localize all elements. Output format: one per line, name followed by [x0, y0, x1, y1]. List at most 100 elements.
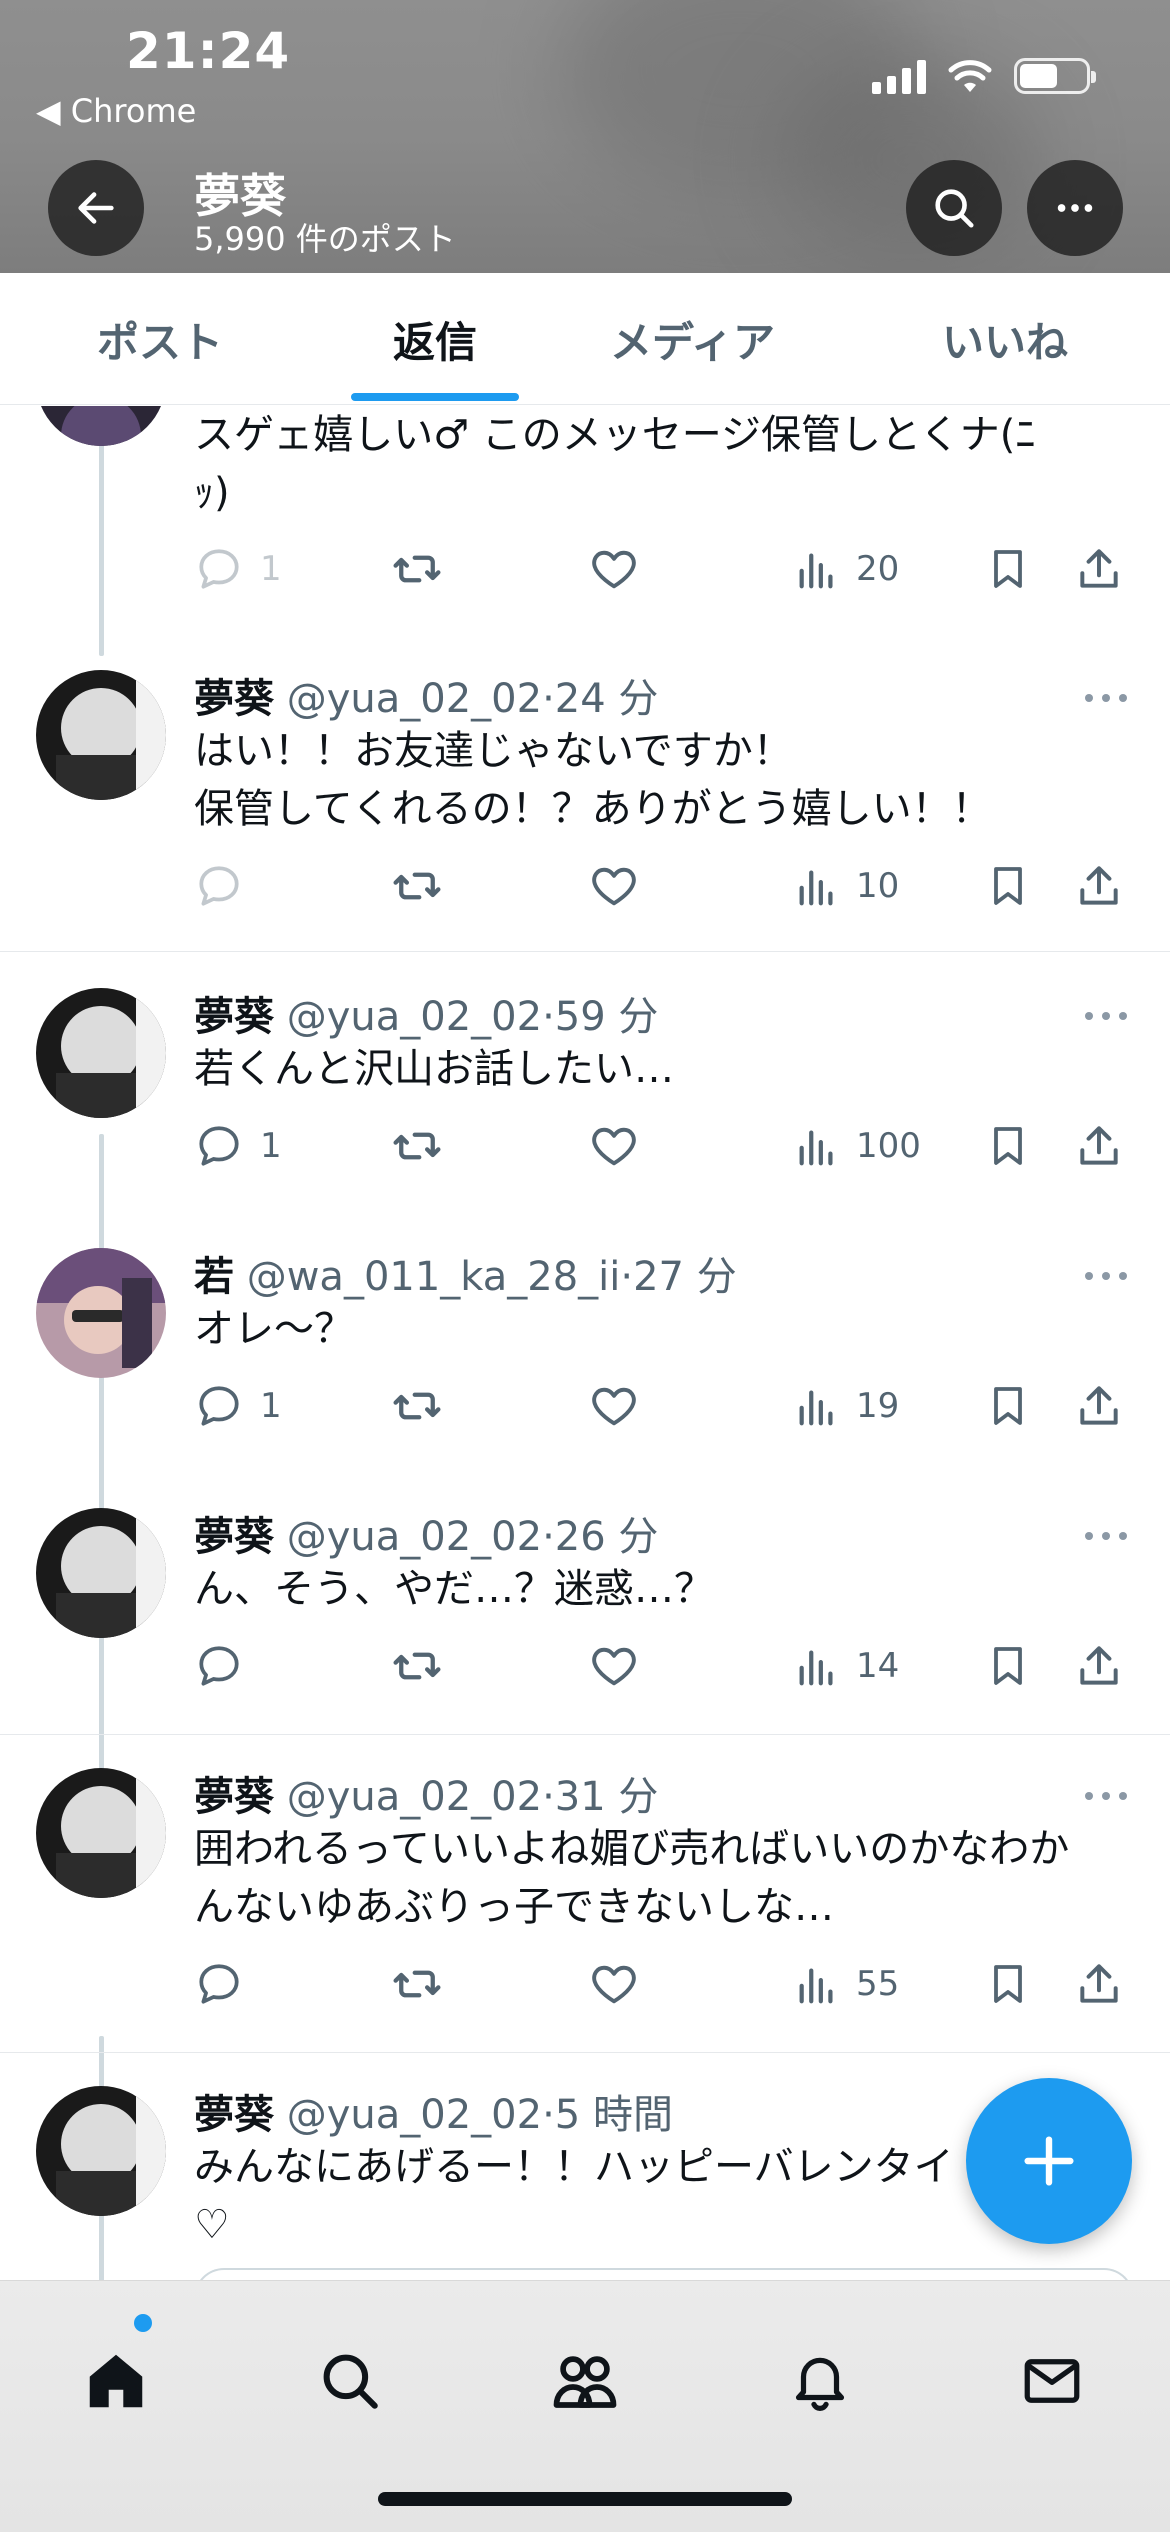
views-button[interactable]: 10: [794, 856, 899, 916]
like-button[interactable]: [588, 1376, 640, 1436]
reply-button[interactable]: [194, 1636, 244, 1696]
share-button[interactable]: [1074, 856, 1124, 916]
more-horizontal-icon: [1085, 1012, 1127, 1020]
tweet-actions: 1 20: [194, 539, 1134, 599]
nav-communities[interactable]: [525, 2321, 645, 2441]
bookmark-button[interactable]: [984, 1636, 1032, 1696]
avatar[interactable]: [36, 406, 166, 446]
avatar[interactable]: [36, 670, 166, 800]
tweet-text-line: ん、そう、やだ…？迷惑…？: [194, 1566, 714, 1612]
search-icon: [935, 189, 974, 228]
avatar[interactable]: [36, 988, 166, 1118]
like-button[interactable]: [588, 1116, 640, 1176]
avatar[interactable]: [36, 1768, 166, 1898]
tab-posts[interactable]: ポスト: [40, 273, 280, 405]
view-count: 14: [856, 1646, 900, 1686]
active-tab-indicator: [351, 393, 519, 401]
tweet-more-button[interactable]: [1076, 996, 1136, 1036]
share-button[interactable]: [1074, 1376, 1124, 1436]
display-name[interactable]: 夢葵: [194, 676, 274, 722]
tweet-actions: 55: [194, 1954, 1134, 2014]
views-button[interactable]: 100: [794, 1116, 921, 1176]
tab-replies[interactable]: 返信: [315, 273, 555, 405]
tab-media[interactable]: メディア: [570, 273, 815, 405]
reply-icon: [199, 1646, 239, 1686]
display-name[interactable]: 夢葵: [194, 994, 274, 1040]
like-button[interactable]: [588, 1954, 640, 2014]
like-button[interactable]: [588, 1636, 640, 1696]
reply-button[interactable]: [194, 1954, 244, 2014]
views-button[interactable]: 20: [794, 539, 899, 599]
bookmark-button[interactable]: [984, 856, 1032, 916]
display-name[interactable]: 夢葵: [194, 1774, 274, 1820]
media-card[interactable]: [194, 2268, 1134, 2280]
more-button[interactable]: [1027, 160, 1123, 256]
user-handle[interactable]: @yua_02_02: [287, 1774, 542, 1820]
avatar[interactable]: [36, 2086, 166, 2216]
profile-header: 21:24 ◀ Chrome 夢葵 5,990 件のポスト: [0, 0, 1170, 273]
nav-explore[interactable]: [290, 2321, 410, 2441]
nav-notifications[interactable]: [760, 2321, 880, 2441]
nav-messages[interactable]: [992, 2321, 1112, 2441]
views-icon: [799, 1390, 833, 1426]
post-time[interactable]: 24 分: [555, 676, 659, 722]
display-name[interactable]: 夢葵: [194, 2092, 274, 2138]
user-handle[interactable]: @yua_02_02: [287, 676, 542, 722]
avatar[interactable]: [36, 1248, 166, 1378]
heart-icon: [592, 550, 636, 589]
like-button[interactable]: [588, 856, 640, 916]
avatar[interactable]: [36, 1508, 166, 1638]
views-button[interactable]: 19: [794, 1376, 899, 1436]
repost-button[interactable]: [390, 1376, 444, 1436]
repost-button[interactable]: [390, 1116, 444, 1176]
post-time[interactable]: 59 分: [555, 994, 659, 1040]
back-to-app[interactable]: ◀ Chrome: [36, 92, 196, 130]
tweet-more-button[interactable]: [1076, 1516, 1136, 1556]
view-count: 55: [856, 1964, 900, 2004]
post-time[interactable]: 26 分: [555, 1514, 659, 1560]
repost-button[interactable]: [390, 1636, 444, 1696]
repost-button[interactable]: [390, 539, 444, 599]
tweet-more-button[interactable]: [1076, 1776, 1136, 1816]
nav-home[interactable]: [56, 2321, 176, 2441]
user-handle[interactable]: @yua_02_02: [287, 994, 542, 1040]
tweet-more-button[interactable]: [1076, 1256, 1136, 1296]
post-time[interactable]: 5 時間: [555, 2092, 673, 2138]
tweet-text-line: んないゆあぶりっ子できないしな…: [194, 1884, 834, 1930]
post-time[interactable]: 31 分: [555, 1774, 659, 1820]
reply-button[interactable]: 1: [194, 1116, 282, 1176]
views-button[interactable]: 55: [794, 1954, 899, 2014]
like-button[interactable]: [588, 539, 640, 599]
user-handle[interactable]: @yua_02_02: [287, 2092, 542, 2138]
share-button[interactable]: [1074, 1954, 1124, 2014]
home-indicator[interactable]: [378, 2492, 792, 2506]
share-button[interactable]: [1074, 1636, 1124, 1696]
reply-button[interactable]: 1: [194, 539, 282, 599]
bookmark-button[interactable]: [984, 1376, 1032, 1436]
display-name[interactable]: 若: [194, 1254, 234, 1300]
back-button[interactable]: [48, 160, 144, 256]
repost-button[interactable]: [390, 856, 444, 916]
compose-button[interactable]: [966, 2078, 1132, 2244]
tab-likes[interactable]: いいね: [885, 273, 1125, 405]
user-handle[interactable]: @wa_011_ka_28_ii: [247, 1254, 621, 1300]
reply-button[interactable]: 1: [194, 1376, 282, 1436]
user-handle[interactable]: @yua_02_02: [287, 1514, 542, 1560]
bookmark-button[interactable]: [984, 539, 1032, 599]
reply-button[interactable]: [194, 856, 244, 916]
tweet-more-button[interactable]: [1076, 678, 1136, 718]
views-button[interactable]: 14: [794, 1636, 899, 1696]
share-button[interactable]: [1074, 1116, 1124, 1176]
share-button[interactable]: [1074, 539, 1124, 599]
tweet-header: 夢葵 @yua_02_02·59 分: [194, 984, 658, 1042]
bookmark-button[interactable]: [984, 1116, 1032, 1176]
search-button[interactable]: [906, 160, 1002, 256]
repost-icon: [393, 1132, 441, 1160]
tweet-text: 囲われるっていいよね媚び売ればいいのかなわか んないゆあぶりっ子できないしな…: [194, 1820, 1134, 1936]
wifi-icon: [948, 60, 992, 92]
post-time[interactable]: 27 分: [633, 1254, 737, 1300]
share-icon: [1080, 1646, 1118, 1685]
repost-button[interactable]: [390, 1954, 444, 2014]
display-name[interactable]: 夢葵: [194, 1514, 274, 1560]
bookmark-button[interactable]: [984, 1954, 1032, 2014]
